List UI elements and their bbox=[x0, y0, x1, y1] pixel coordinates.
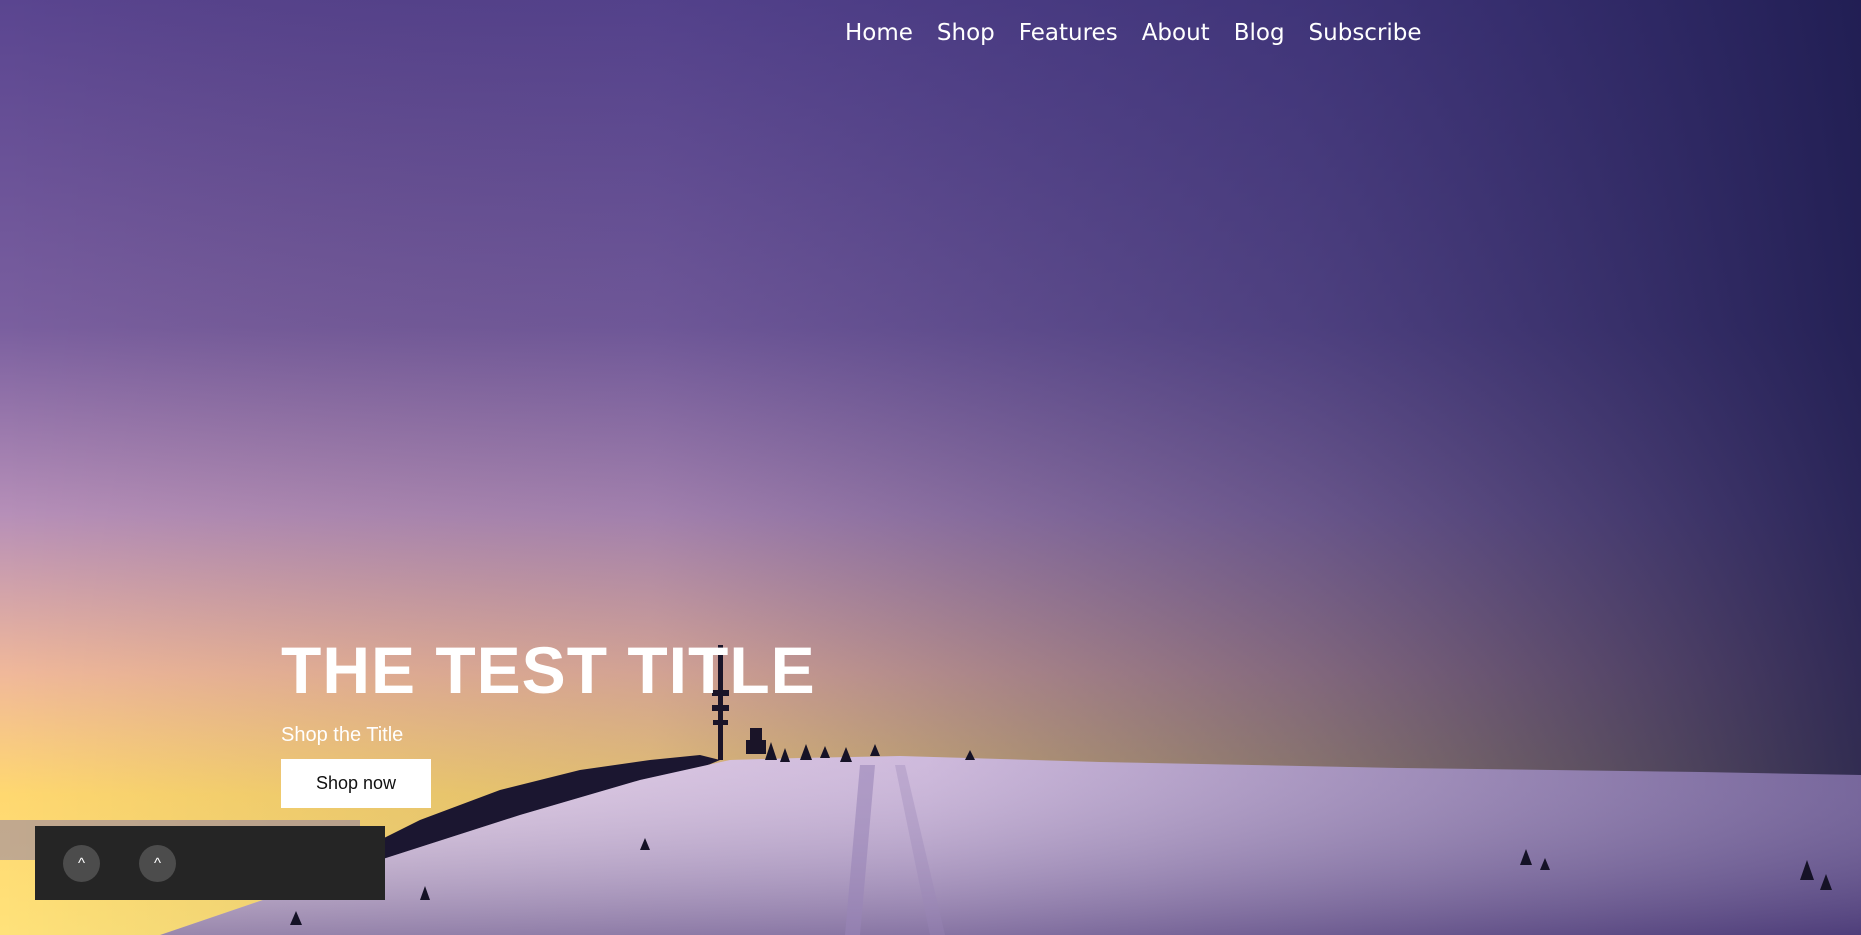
nav-item-shop[interactable]: Shop bbox=[937, 20, 995, 46]
floating-toolbar: ^ ^ bbox=[35, 826, 385, 900]
main-nav: Home Shop Features About Blog Subscribe bbox=[845, 20, 1446, 46]
nav-item-subscribe[interactable]: Subscribe bbox=[1309, 20, 1422, 46]
hero-section: Home Shop Features About Blog Subscribe … bbox=[0, 0, 1861, 935]
shop-now-button[interactable]: Shop now bbox=[281, 759, 431, 808]
hero-title: THE TEST TITLE bbox=[281, 633, 816, 707]
hero-background-image bbox=[0, 0, 1861, 935]
hero-subtitle: Shop the Title bbox=[281, 724, 404, 746]
nav-item-about[interactable]: About bbox=[1142, 20, 1210, 46]
nav-item-blog[interactable]: Blog bbox=[1234, 20, 1285, 46]
scroll-up-button-1[interactable]: ^ bbox=[63, 845, 100, 882]
scroll-up-button-2[interactable]: ^ bbox=[139, 845, 176, 882]
nav-item-home[interactable]: Home bbox=[845, 20, 913, 46]
nav-item-features[interactable]: Features bbox=[1019, 20, 1118, 46]
